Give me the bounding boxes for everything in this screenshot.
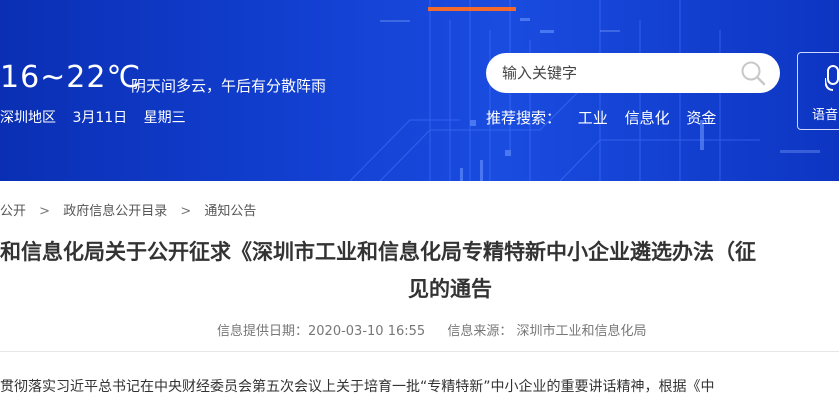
date: 3月11日	[72, 110, 128, 126]
breadcrumb-item-catalog[interactable]: 政府信息公开目录	[63, 204, 167, 219]
article-meta: 信息提供日期：2020-03-10 16:55 信息来源： 深圳市工业和信息化局	[217, 320, 646, 339]
top-accent-bar	[428, 7, 516, 11]
search-input[interactable]	[502, 53, 732, 93]
weekday: 星期三	[143, 110, 186, 126]
article-title-line-2: 见的通告	[408, 277, 492, 301]
recommend-keyword-funds[interactable]: 资金	[686, 109, 716, 127]
breadcrumb: 公开 > 政府信息公开目录 > 通知公告	[0, 200, 256, 219]
source-label: 信息来源：	[447, 324, 513, 339]
breadcrumb-separator: >	[39, 204, 51, 219]
article-body-first-line: 贯彻落实习近平总书记在中央财经委员会第五次会议上关于培育一批“专精特新”中小企业…	[0, 379, 715, 395]
recommend-label: 推荐搜索：	[486, 109, 562, 127]
breadcrumb-item-disclosure[interactable]: 公开	[0, 204, 26, 219]
breadcrumb-item-notices[interactable]: 通知公告	[204, 204, 256, 219]
divider	[0, 351, 839, 352]
article-title-line-1: 和信息化局关于公开征求《深圳市工业和信息化局专精特新中小企业遴选办法（征	[0, 240, 756, 264]
search-icon[interactable]	[740, 60, 766, 86]
search-box	[486, 53, 780, 93]
voice-search-label: 语音	[812, 108, 839, 123]
temperature: 16~22℃	[0, 60, 142, 95]
date-label: 信息提供日期：	[217, 324, 309, 339]
microphone-icon	[825, 65, 839, 91]
source-value: 深圳市工业和信息化局	[516, 324, 647, 339]
weather-description: 阴天间多云，午后有分散阵雨	[131, 77, 327, 95]
region: 深圳地区	[0, 110, 56, 126]
breadcrumb-separator: >	[180, 204, 192, 219]
date-value: 2020-03-10 16:55	[308, 324, 426, 339]
recommended-search: 推荐搜索： 工业 信息化 资金	[486, 107, 716, 128]
recommend-keyword-informatization[interactable]: 信息化	[625, 109, 670, 127]
date-line: 深圳地区 3月11日 星期三	[0, 107, 198, 127]
recommend-keyword-industry[interactable]: 工业	[578, 109, 608, 127]
